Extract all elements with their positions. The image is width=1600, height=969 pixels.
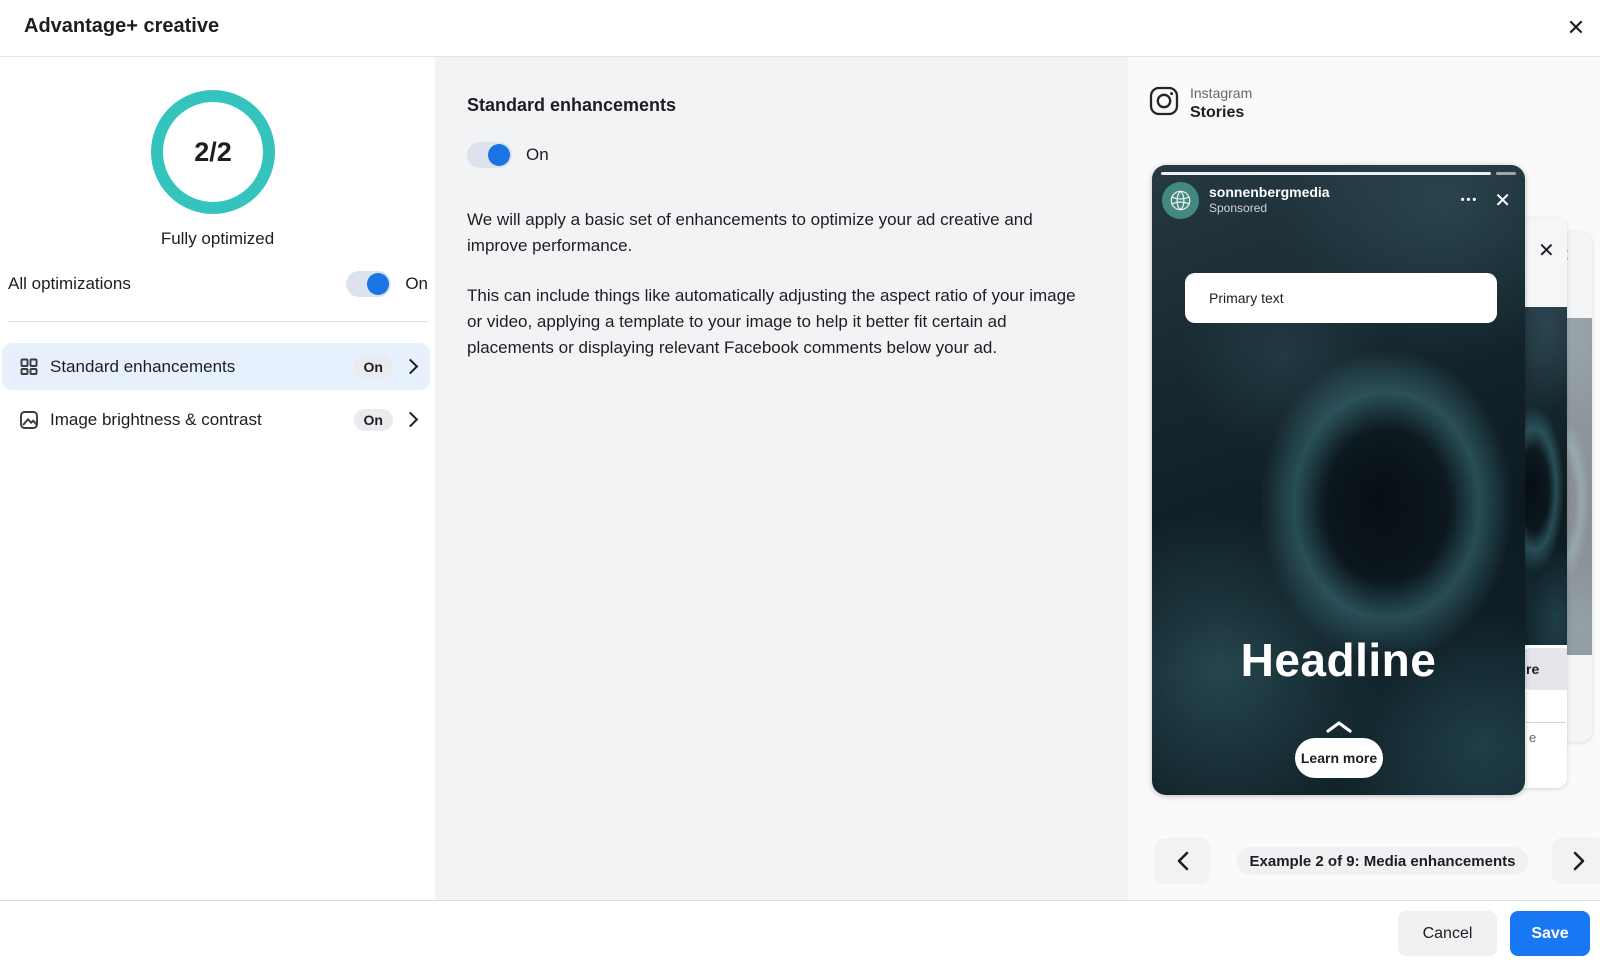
list-item-image-brightness-contrast[interactable]: Image brightness & contrast On	[2, 396, 430, 443]
image-icon	[18, 409, 40, 431]
detail-description: We will apply a basic set of enhancement…	[467, 207, 1089, 361]
avatar	[1162, 181, 1199, 219]
description-paragraph: This can include things like automatical…	[467, 286, 1076, 357]
detail-panel: Standard enhancements On We will apply a…	[435, 57, 1128, 900]
story-user: sonnenbergmedia Sponsored	[1209, 184, 1461, 216]
list-item-standard-enhancements[interactable]: Standard enhancements On	[2, 343, 430, 390]
status-badge: On	[353, 355, 393, 378]
chevron-right-icon	[402, 358, 419, 375]
all-optimizations-row: All optimizations On	[8, 270, 428, 298]
placement-label: Stories	[1190, 104, 1245, 121]
story-sponsored-label: Sponsored	[1209, 201, 1268, 215]
close-icon[interactable]: ✕	[1560, 12, 1592, 44]
all-optimizations-state: On	[405, 274, 428, 293]
description-paragraph: We will apply a basic set of enhancement…	[467, 210, 1033, 255]
story-progress-bar-segment	[1496, 172, 1516, 175]
story-progress-bar	[1161, 172, 1491, 175]
placement-header: Instagram Stories	[1148, 85, 1252, 123]
divider	[8, 321, 428, 322]
grid-icon	[18, 356, 40, 378]
platform-label: Instagram	[1190, 85, 1253, 101]
optimization-progress-ring: 2/2	[151, 90, 275, 214]
dialog-header: Advantage+ creative ✕	[0, 0, 1600, 57]
all-optimizations-label: All optimizations	[8, 274, 131, 293]
save-button[interactable]: Save	[1510, 911, 1590, 956]
preview-panel: Instagram Stories ✕ ✕ re e	[1128, 57, 1600, 900]
story-preview: sonnenbergmedia Sponsored ••• ✕ Primary …	[1152, 165, 1525, 795]
previous-example-button[interactable]	[1155, 838, 1210, 884]
dialog-title: Advantage+ creative	[24, 15, 220, 37]
optimizations-sidebar: 2/2 Fully optimized All optimizations On…	[0, 57, 435, 900]
detail-toggle-row: On	[467, 142, 549, 168]
status-badge: On	[353, 408, 393, 431]
toggle-knob	[367, 273, 390, 295]
story-header: sonnenbergmedia Sponsored ••• ✕	[1162, 180, 1515, 220]
list-item-label: Standard enhancements	[50, 356, 236, 376]
optimization-caption: Fully optimized	[160, 229, 275, 248]
cancel-button[interactable]: Cancel	[1398, 911, 1497, 956]
standard-enhancements-state: On	[526, 145, 549, 164]
story-headline: Headline	[1240, 634, 1437, 686]
chevron-right-icon	[402, 411, 419, 428]
toggle-knob	[488, 144, 510, 166]
pager-label: Example 2 of 9: Media enhancements	[1237, 847, 1528, 875]
story-username: sonnenbergmedia	[1209, 184, 1330, 200]
partial-caption: e	[1529, 730, 1537, 745]
close-icon: ✕	[1494, 189, 1511, 212]
all-optimizations-toggle[interactable]	[346, 271, 392, 297]
advantage-creative-dialog: Advantage+ creative ✕ 2/2 Fully optimize…	[0, 0, 1600, 969]
dialog-footer: Cancel Save	[0, 900, 1600, 969]
detail-title: Standard enhancements	[467, 95, 677, 115]
list-item-label: Image brightness & contrast	[50, 409, 262, 429]
close-icon: ✕	[1538, 240, 1555, 262]
story-primary-text: Primary text	[1185, 273, 1497, 323]
divider	[1526, 722, 1566, 723]
preview-pager: Example 2 of 9: Media enhancements	[1128, 838, 1600, 884]
optimization-score: 2/2	[194, 136, 232, 167]
chevron-up-icon	[1152, 721, 1525, 733]
instagram-icon	[1148, 85, 1180, 117]
more-options-icon: •••	[1460, 194, 1479, 206]
optimization-list: Standard enhancements On Image brightnes…	[2, 343, 430, 449]
standard-enhancements-toggle[interactable]	[467, 142, 512, 168]
story-cta-button: Learn more	[1295, 738, 1383, 778]
partial-cta-button: re	[1518, 648, 1567, 690]
next-example-button[interactable]	[1552, 838, 1600, 884]
